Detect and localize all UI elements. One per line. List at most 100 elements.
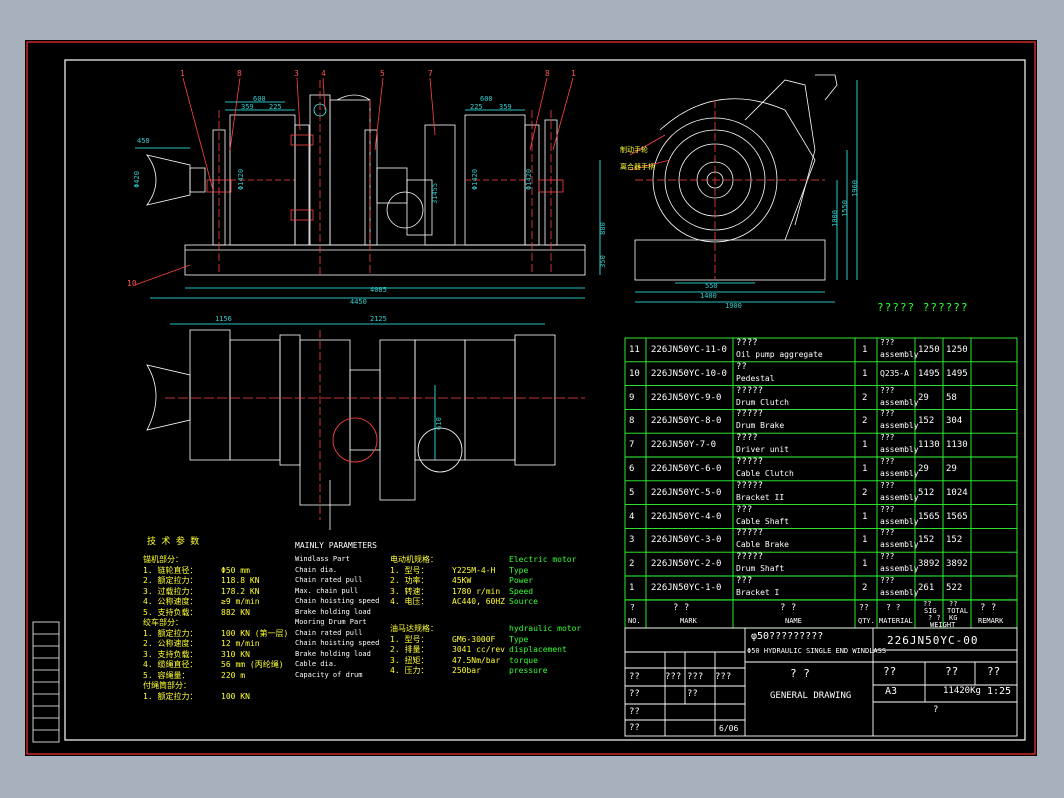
tb-q5: ??: [629, 689, 640, 699]
balloon-1b: 1: [571, 69, 576, 78]
row-mark: 226JN50YC-2-0: [651, 559, 722, 570]
row-total-weight: 3892: [946, 559, 968, 570]
row-qty: 1: [862, 511, 868, 522]
dim-1900: 1900: [725, 302, 742, 310]
row-no: 5: [629, 487, 635, 498]
param-value: 178.2 KN: [221, 586, 260, 596]
param-value: 118.8 KN: [221, 576, 260, 585]
param-label-en: Chain rated pull: [295, 628, 363, 637]
row-name: Driver unit: [736, 445, 789, 455]
dim-610: 610: [434, 417, 443, 430]
dim-phi420: Φ420: [132, 171, 141, 188]
row-material: assembly: [880, 350, 919, 359]
hdr-mark: MARK: [680, 617, 697, 625]
row-name: Cable Brake: [736, 540, 789, 550]
balloon-7: 7: [428, 69, 433, 78]
row-name: Bracket II: [736, 492, 785, 502]
balloon-10: 10: [127, 279, 137, 288]
hydraulic-label-cn: 1. 型号：: [390, 634, 429, 644]
row-material-q: ???: [880, 480, 895, 490]
header-q2: ??: [945, 665, 959, 678]
row-no: 4: [629, 511, 635, 522]
tb-q6: ??: [629, 707, 640, 717]
row-single-weight: 29: [918, 392, 929, 403]
row-total-weight: 152: [946, 535, 963, 546]
param-label-en: Capacity of drum: [295, 670, 363, 679]
param-label-cn: 4. 公称速度：: [143, 597, 198, 606]
dim-359-b: 359: [499, 103, 512, 111]
total-weight: 11420Kg: [943, 686, 981, 696]
param-label-en: Brake holding load: [295, 607, 371, 616]
row-mark: 226JN50YC-11-0: [651, 345, 727, 355]
hdr-name-q: ? ?: [780, 603, 797, 613]
param-label-cn: 1. 额定拉力：: [143, 691, 198, 701]
row-material: assembly: [880, 516, 919, 526]
tb-q3: ???: [687, 672, 704, 682]
side-note-1: 制动手轮: [620, 146, 648, 154]
motor-value: Y225M-4-H: [452, 565, 496, 575]
row-material: assembly: [880, 588, 919, 597]
row-qty: 2: [862, 487, 868, 498]
row-material: assembly: [880, 445, 919, 455]
row-qty: 1: [862, 559, 868, 570]
row-material: assembly: [880, 564, 919, 574]
row-single-weight: 512: [918, 487, 935, 498]
balloon-4: 4: [321, 69, 326, 78]
row-single-weight: 1565: [918, 511, 940, 522]
row-material: assembly: [880, 540, 919, 550]
param-label-en: Chain hoisting speed: [295, 597, 380, 605]
hydraulic-label-cn: 2. 排量：: [390, 645, 429, 654]
hdr-qty: QTY.: [858, 617, 875, 625]
sheet-size: A3: [885, 686, 898, 697]
hdr-no-q: ?: [630, 603, 635, 612]
row-material: assembly: [880, 421, 919, 431]
row-mark: 226JN50YC-4-0: [651, 511, 722, 522]
row-single-weight: 261: [918, 583, 935, 593]
row-material: Q235-A: [880, 368, 909, 378]
row-total-weight: 58: [946, 392, 957, 403]
row-mark: 226JN50YC-1-0: [651, 583, 722, 593]
row-no: 7: [629, 440, 635, 451]
tb-q8: ??: [687, 689, 698, 699]
balloon-5: 5: [380, 69, 385, 78]
dim-350: 350: [598, 255, 607, 268]
param-value: 220 m: [221, 670, 246, 680]
row-mark: 226JN50YC-9-0: [651, 392, 722, 403]
dim-359-a: 359: [241, 103, 254, 111]
row-name: Cable Clutch: [736, 469, 794, 478]
plan-view: [146, 323, 585, 530]
row-qty: 1: [862, 535, 868, 546]
row-name-cn: ????: [736, 338, 758, 348]
param-label-cn: 4. 缆绳直径：: [143, 660, 198, 669]
hydraulic-label-en: displacement: [509, 645, 567, 654]
motor-label-en: Power: [509, 576, 534, 585]
balloon-3: 3: [294, 69, 299, 78]
hdr-remark-q: ? ?: [980, 603, 997, 613]
row-name-cn: ??: [736, 361, 747, 372]
row-name: Drum Clutch: [736, 397, 789, 407]
hdr-qty-q: ??: [859, 603, 869, 612]
row-name: Oil pump aggregate: [736, 350, 823, 359]
row-mark: 226JN50YC-3-0: [651, 535, 722, 546]
row-total-weight: 1565: [946, 511, 968, 522]
row-no: 6: [629, 464, 635, 474]
tb-q4: ???: [715, 672, 732, 682]
row-total-weight: 304: [946, 416, 963, 427]
param-label-cn: 1. 额定拉力：: [143, 628, 198, 638]
row-total-weight: 522: [946, 583, 963, 593]
title-sub-q: ? ?: [790, 667, 810, 680]
row-material-q: ???: [880, 457, 895, 466]
row-total-weight: 1495: [946, 368, 968, 379]
dim-1000: 1000: [830, 210, 839, 227]
row-single-weight: 29: [918, 464, 929, 474]
balloon-8b: 8: [545, 69, 550, 78]
row-name: Pedestal: [736, 373, 775, 383]
row-no: 3: [629, 535, 635, 546]
dim-225-a: 225: [269, 103, 282, 111]
row-no: 2: [629, 559, 635, 570]
motor-label-cn: 4. 电压：: [390, 597, 429, 606]
hdr-remark: REMARK: [978, 617, 1004, 625]
motor-value: 45KW: [452, 576, 472, 585]
row-name-cn: ?????: [736, 385, 764, 396]
row-no: 8: [629, 416, 635, 427]
